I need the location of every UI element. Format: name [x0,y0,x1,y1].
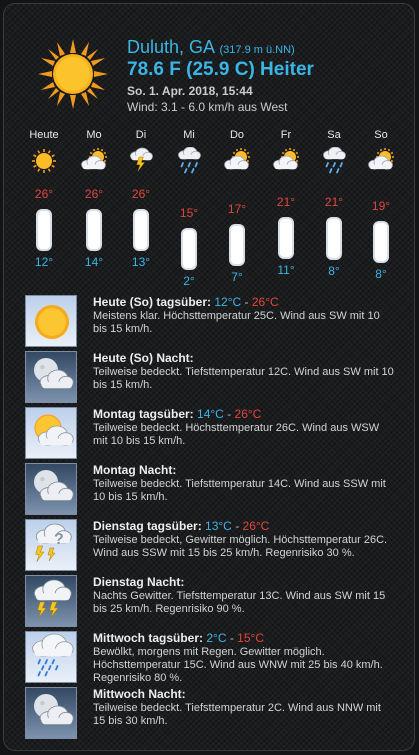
forecast-min-temp: 8° [375,266,387,281]
period-separator: - [244,295,249,309]
forecast-max-temp: 19° [371,198,391,213]
period-high-temp: 26°C [234,407,262,421]
period-high-temp: 26°C [251,295,279,309]
period-title: Mittwoch tagsüber: 2°C - 15°C [93,631,395,646]
temperature-range-bar [86,208,102,251]
partly-cloudy-night-icon [25,351,77,403]
sun-icon [28,147,60,175]
thunderstorm-icon [125,147,157,175]
forecast-min-temp: 13° [131,255,151,270]
period-description: Bewölkt, morgens mit Regen. Gewitter mög… [93,646,383,684]
temperature-range-bar [326,217,342,260]
partly-cloudy-day-icon [25,407,77,459]
forecast-max-temp: 15° [179,205,199,220]
period-title: Dienstag tagsüber: 13°C - 26°C [93,519,395,534]
period-title: Montag tagsüber: 14°C - 26°C [93,407,395,422]
rain-day-icon [25,631,77,683]
forecast-min-temp: 2° [183,274,195,289]
partly-cloudy-icon [221,147,253,175]
period-description: Teilweise bedeckt. Tiefsttemperatur 14C.… [93,478,386,503]
rain-icon [318,146,350,175]
partly-cloudy-icon [365,147,397,175]
elevation: (317.9 m ü.NN) [219,44,295,56]
forecast-min-temp: 11° [277,262,295,277]
partly-cloudy-night-icon [25,687,77,739]
forecast-min-temp: 12° [34,255,54,270]
temperature-range-bar [181,227,197,271]
weather-widget: Duluth, GA (317.9 m ü.NN) 78.6 F (25.9 C… [3,3,415,751]
period-title: Heute (So) tagsüber: 12°C - 26°C [93,295,395,310]
temperature-range-bar [229,224,245,266]
period-separator: - [227,407,232,421]
city-name: Duluth, GA [127,37,216,57]
period-name: Dienstag tagsüber: [93,519,202,533]
clear-day-icon [25,295,77,347]
period-description: Teilweise bedeckt. Tiefsttemperatur 2C. … [93,702,381,727]
period-name: Heute (So) Nacht: [93,351,194,365]
period-name: Mittwoch Nacht: [93,687,186,701]
thunderstorm-night-icon [25,575,77,627]
possible-thunderstorm-icon: ? [25,519,77,571]
period-high-temp: 26°C [242,519,270,533]
forecast-min-temp: 8° [328,263,340,278]
wind-info: Wind: 3.1 - 6.0 km/h aus West [127,100,288,114]
period-description: Teilweise bedeckt, Gewitter möglich. Höc… [93,534,388,559]
period-name: Mittwoch tagsüber: [93,631,203,645]
period-low-temp: 2°C [206,631,227,645]
forecast-day-name: So [374,129,388,141]
forecast-day-name: Do [229,129,245,141]
period-name: Montag Nacht: [93,463,177,477]
period-title: Montag Nacht: [93,463,395,478]
current-conditions: 78.6 F (25.9 C) Heiter [127,59,314,80]
period-low-temp: 12°C [214,295,242,309]
forecast-max-temp: 26° [34,186,54,201]
period-name: Montag tagsüber: [93,407,194,421]
partly-cloudy-icon [270,147,302,175]
date-time: So. 1. Apr. 2018, 15:44 [127,84,253,98]
period-title: Heute (So) Nacht: [93,351,395,366]
rain-icon [173,146,205,175]
forecast-day-name: Mi [183,129,195,141]
temperature-range-bar [373,220,389,263]
forecast-max-temp: 17° [227,202,247,217]
period-description: Nachts Gewitter. Tiefsttemperatur 13C. W… [93,590,386,615]
period-name: Heute (So) tagsüber: [93,295,212,309]
period-description: Teilweise bedeckt. Tiefsttemperatur 12C.… [93,366,394,391]
forecast-day-name: Mo [86,129,102,141]
period-description: Teilweise bedeckt. Höchsttemperatur 26C.… [93,422,380,447]
partly-cloudy-night-icon [25,463,77,515]
period-low-temp: 14°C [197,407,224,421]
period-separator: - [229,631,234,645]
forecast-max-temp: 26° [131,186,151,201]
forecast-day-name: Sa [327,129,341,141]
period-high-temp: 15°C [237,631,264,645]
period-title: Mittwoch Nacht: [93,687,395,702]
partly-cloudy-icon [78,147,110,175]
forecast-max-temp: 21° [276,195,296,210]
temperature-range-bar [36,208,52,252]
period-title: Dienstag Nacht: [93,575,395,590]
svg-text:?: ? [54,531,64,548]
period-separator: - [235,519,240,533]
location: Duluth, GA (317.9 m ü.NN) [127,37,295,58]
period-low-temp: 13°C [205,519,232,533]
forecast-day-name: Fr [280,129,292,141]
forecast-max-temp: 26° [84,186,104,201]
forecast-day-name: Heute [29,129,59,141]
temperature-range-bar [133,208,149,252]
sun-icon [38,39,108,109]
forecast-min-temp: 14° [84,254,104,269]
period-name: Dienstag Nacht: [93,575,185,589]
period-description: Meistens klar. Höchsttemperatur 25C. Win… [93,310,380,335]
forecast-min-temp: 7° [231,269,243,284]
forecast-day-name: Di [135,129,147,141]
forecast-max-temp: 21° [324,195,344,210]
temperature-range-bar [278,217,294,259]
